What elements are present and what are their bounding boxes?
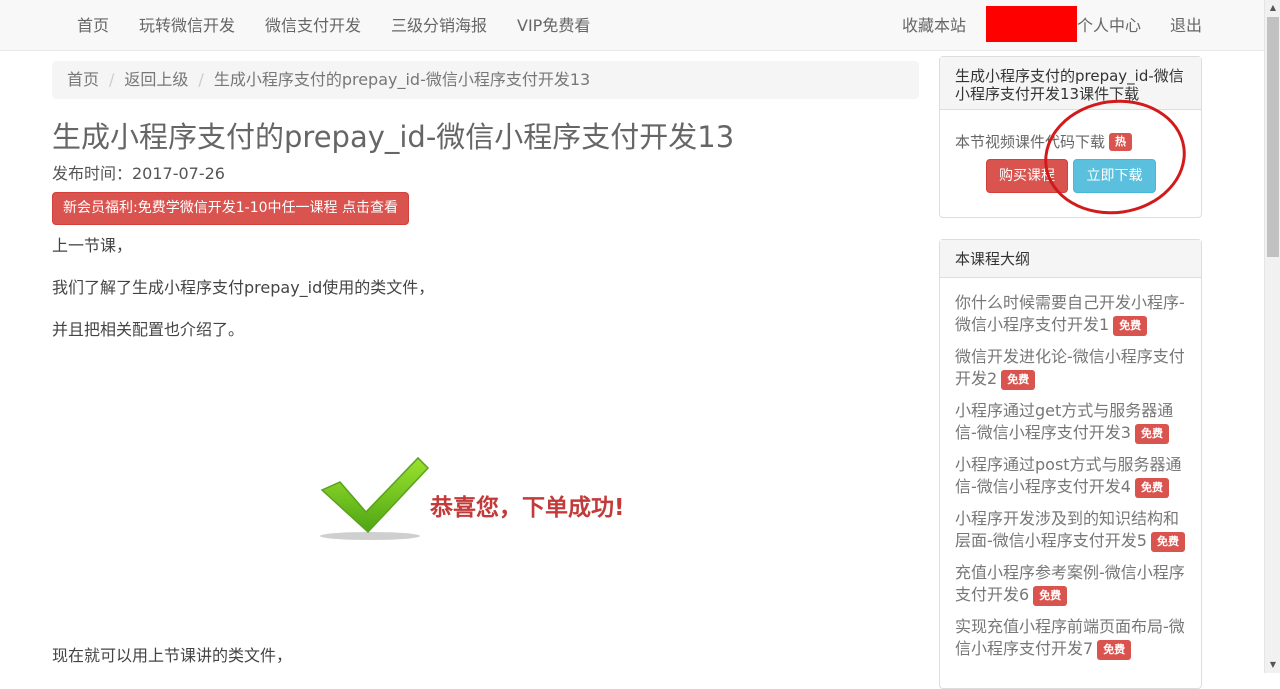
article-paragraph: 上一节课， bbox=[52, 236, 133, 255]
breadcrumb-separator: / bbox=[198, 70, 204, 89]
course-outline-panel: 本课程大纲 你什么时候需要自己开发小程序-微信小程序支付开发1 免费 微信开发进化… bbox=[939, 239, 1202, 689]
top-navbar: 首页 玩转微信开发 微信支付开发 三级分销海报 VIP免费看 收藏本站 个人中心… bbox=[0, 0, 1264, 51]
hot-badge: 热 bbox=[1109, 133, 1133, 151]
free-badge: 免费 bbox=[1001, 370, 1036, 390]
outline-panel-title: 本课程大纲 bbox=[940, 240, 1201, 278]
nav-bookmark-site[interactable]: 收藏本站 bbox=[902, 0, 966, 51]
breadcrumb-home[interactable]: 首页 bbox=[67, 70, 99, 89]
redacted-username bbox=[986, 6, 1077, 42]
scroll-up-arrow-icon[interactable]: ▲ bbox=[1265, 0, 1280, 16]
download-text: 本节视频课件代码下载 bbox=[955, 133, 1106, 151]
nav-vip-free[interactable]: VIP免费看 bbox=[517, 0, 590, 51]
nav-logout[interactable]: 退出 bbox=[1170, 0, 1202, 51]
article-paragraph: 现在就可以用上节课讲的类文件， bbox=[52, 646, 293, 665]
outline-item-link[interactable]: 实现充值小程序前端页面布局-微信小程序支付开发7 bbox=[955, 617, 1185, 658]
free-badge: 免费 bbox=[1097, 640, 1132, 660]
courseware-download-panel: 生成小程序支付的prepay_id-微信小程序支付开发13课件下载 本节视频课件… bbox=[939, 56, 1202, 218]
outline-item[interactable]: 微信开发进化论-微信小程序支付开发2 免费 bbox=[955, 346, 1186, 390]
download-description: 本节视频课件代码下载热 bbox=[955, 131, 1133, 152]
outline-item[interactable]: 小程序开发涉及到的知识结构和层面-微信小程序支付开发5 免费 bbox=[955, 508, 1186, 552]
outline-item[interactable]: 小程序通过post方式与服务器通信-微信小程序支付开发4 免费 bbox=[955, 454, 1186, 498]
outline-item[interactable]: 充值小程序参考案例-微信小程序支付开发6 免费 bbox=[955, 562, 1186, 606]
nav-distribution-poster[interactable]: 三级分销海报 bbox=[391, 0, 487, 51]
outline-item-link[interactable]: 你什么时候需要自己开发小程序-微信小程序支付开发1 bbox=[955, 293, 1185, 334]
outline-item-link[interactable]: 充值小程序参考案例-微信小程序支付开发6 bbox=[955, 563, 1185, 604]
page-scrollbar[interactable]: ▲ ▼ bbox=[1264, 0, 1280, 673]
promo-button[interactable]: 新会员福利:免费学微信开发1-10中任一课程 点击查看 bbox=[52, 192, 409, 225]
outline-list: 你什么时候需要自己开发小程序-微信小程序支付开发1 免费 微信开发进化论-微信小程… bbox=[940, 278, 1201, 660]
free-badge: 免费 bbox=[1113, 316, 1148, 336]
breadcrumb: 首页 / 返回上级 / 生成小程序支付的prepay_id-微信小程序支付开发13 bbox=[52, 61, 919, 99]
breadcrumb-back[interactable]: 返回上级 bbox=[124, 70, 188, 89]
checkmark-icon bbox=[320, 456, 430, 540]
article-paragraph: 我们了解了生成小程序支付prepay_id使用的类文件， bbox=[52, 278, 435, 297]
page-title: 生成小程序支付的prepay_id-微信小程序支付开发13 bbox=[52, 120, 735, 154]
breadcrumb-separator: / bbox=[109, 70, 115, 89]
scroll-thumb[interactable] bbox=[1267, 17, 1279, 257]
free-badge: 免费 bbox=[1033, 586, 1068, 606]
scroll-down-arrow-icon[interactable]: ▼ bbox=[1265, 657, 1280, 673]
breadcrumb-current: 生成小程序支付的prepay_id-微信小程序支付开发13 bbox=[213, 70, 591, 89]
outline-item-link[interactable]: 微信开发进化论-微信小程序支付开发2 bbox=[955, 347, 1185, 388]
nav-home[interactable]: 首页 bbox=[77, 0, 109, 51]
article-paragraph: 并且把相关配置也介绍了。 bbox=[52, 320, 245, 339]
outline-item[interactable]: 实现充值小程序前端页面布局-微信小程序支付开发7 免费 bbox=[955, 616, 1186, 660]
outline-item-link[interactable]: 小程序开发涉及到的知识结构和层面-微信小程序支付开发5 bbox=[955, 509, 1179, 550]
nav-wechat-pay-dev[interactable]: 微信支付开发 bbox=[265, 0, 361, 51]
outline-item[interactable]: 小程序通过get方式与服务器通信-微信小程序支付开发3 免费 bbox=[955, 400, 1186, 444]
buy-course-button[interactable]: 购买课程 bbox=[986, 159, 1068, 193]
free-badge: 免费 bbox=[1134, 478, 1169, 498]
free-badge: 免费 bbox=[1150, 532, 1185, 552]
download-panel-title: 生成小程序支付的prepay_id-微信小程序支付开发13课件下载 bbox=[940, 57, 1201, 110]
publish-time: 发布时间：2017-07-26 bbox=[52, 164, 225, 183]
nav-wechat-dev[interactable]: 玩转微信开发 bbox=[139, 0, 235, 51]
download-now-button[interactable]: 立即下载 bbox=[1073, 159, 1156, 193]
free-badge: 免费 bbox=[1134, 424, 1169, 444]
outline-item[interactable]: 你什么时候需要自己开发小程序-微信小程序支付开发1 免费 bbox=[955, 292, 1186, 336]
order-success-text: 恭喜您，下单成功! bbox=[430, 495, 625, 521]
nav-user-center[interactable]: 个人中心 bbox=[1077, 0, 1141, 51]
